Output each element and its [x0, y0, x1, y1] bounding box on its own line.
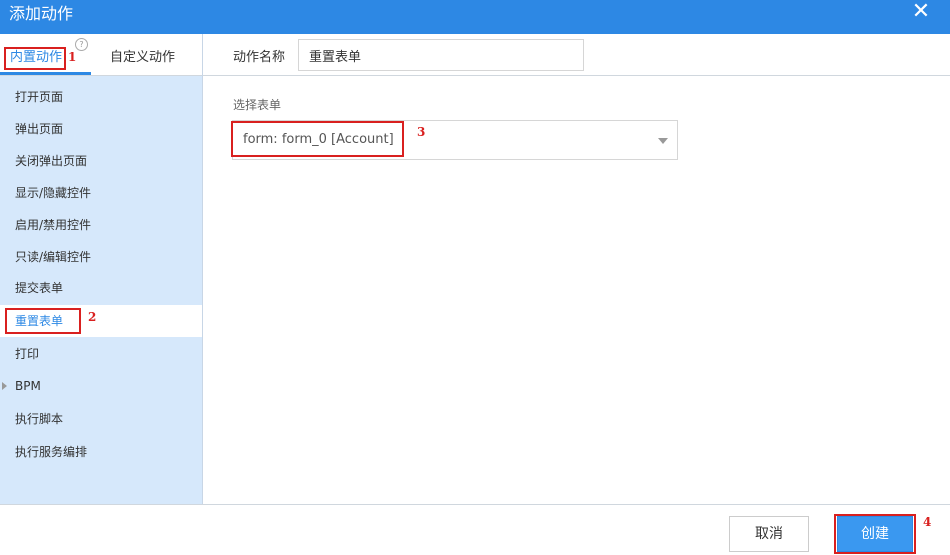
sidebar-tabs: 内置动作 ? 自定义动作 1 — [0, 34, 202, 76]
tab-custom-actions[interactable]: 自定义动作 — [110, 49, 175, 67]
annotation-label-2: 2 — [88, 310, 97, 324]
annotation-box-3 — [231, 121, 404, 157]
action-name-row: 动作名称 — [203, 34, 950, 76]
annotation-label-4: 4 — [923, 515, 932, 529]
annotation-label-1: 1 — [68, 50, 77, 64]
dialog-title: 添加动作 — [9, 4, 74, 23]
menu-item-run-service-orchestration[interactable]: 执行服务编排 — [0, 436, 202, 468]
close-icon[interactable]: ✕ — [910, 1, 932, 24]
annotation-label-3: 3 — [417, 125, 426, 139]
annotation-box-4 — [834, 514, 916, 554]
chevron-down-icon[interactable] — [658, 138, 668, 144]
select-form-label: 选择表单 — [233, 98, 282, 112]
menu-item-readonly-edit-control[interactable]: 只读/编辑控件 — [0, 241, 202, 273]
menu-item-show-hide-control[interactable]: 显示/隐藏控件 — [0, 177, 202, 209]
menu-item-bpm[interactable]: BPM — [0, 370, 202, 402]
menu-item-open-page[interactable]: 打开页面 — [0, 81, 202, 113]
annotation-box-2 — [5, 308, 81, 334]
action-name-input[interactable] — [298, 39, 584, 71]
active-tab-indicator — [0, 72, 91, 75]
menu-item-submit-form[interactable]: 提交表单 — [0, 272, 202, 304]
annotation-box-1 — [4, 47, 66, 70]
sidebar: 内置动作 ? 自定义动作 1 打开页面 弹出页面 关闭弹出页面 显示/隐藏控件 … — [0, 34, 203, 504]
menu-item-enable-disable-control[interactable]: 启用/禁用控件 — [0, 209, 202, 241]
dialog-footer: 取消 创建 4 — [0, 504, 950, 555]
help-icon[interactable]: ? — [75, 38, 88, 51]
menu-item-bpm-label: BPM — [15, 379, 41, 393]
expand-caret-icon[interactable] — [2, 382, 7, 390]
menu-item-popup-page[interactable]: 弹出页面 — [0, 113, 202, 145]
dialog-titlebar: 添加动作 ✕ — [0, 0, 950, 34]
menu-item-close-popup[interactable]: 关闭弹出页面 — [0, 145, 202, 177]
action-name-label: 动作名称 — [233, 50, 286, 65]
cancel-button[interactable]: 取消 — [729, 516, 809, 552]
menu-item-run-script[interactable]: 执行脚本 — [0, 403, 202, 435]
menu-item-print[interactable]: 打印 — [0, 338, 202, 370]
